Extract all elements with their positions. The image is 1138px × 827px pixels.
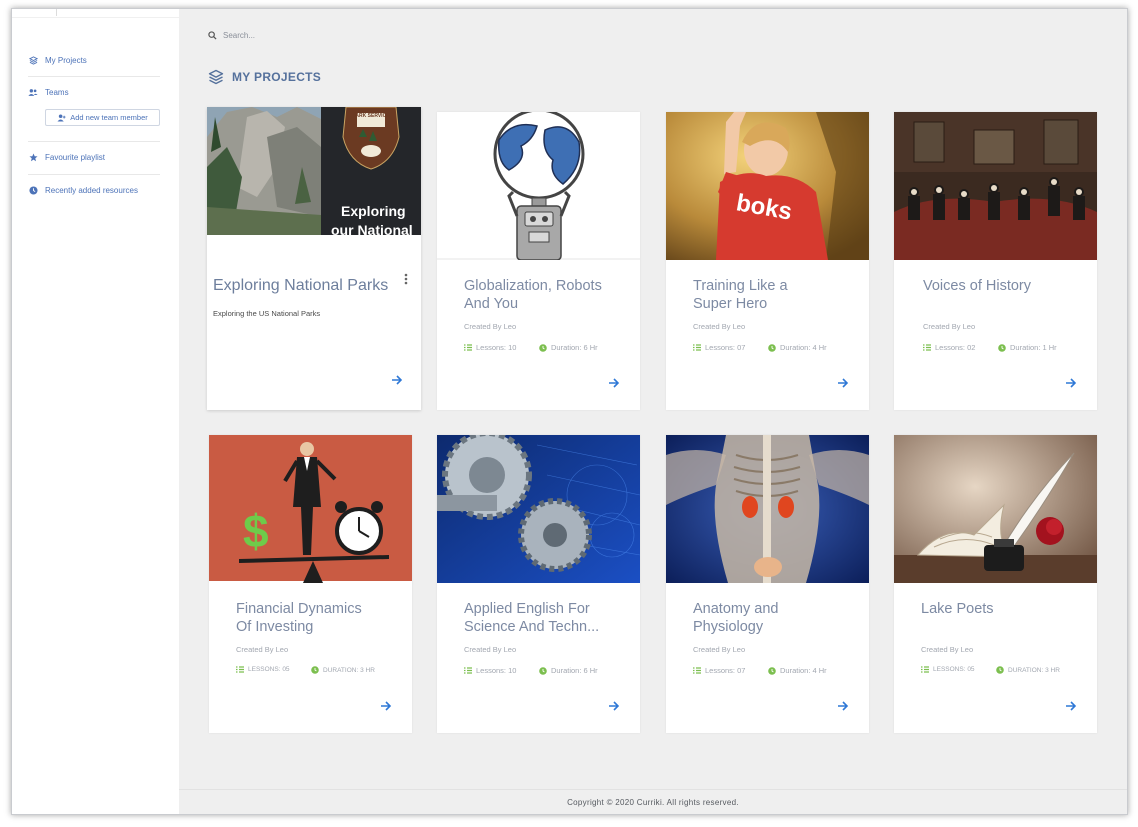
- project-card[interactable]: Globalization, Robots And You Created By …: [437, 112, 640, 410]
- sidebar-item-label: Favourite playlist: [45, 152, 106, 162]
- sidebar-item-label: Recently added resources: [45, 185, 138, 195]
- open-project-arrow-icon[interactable]: [608, 699, 620, 711]
- clock-icon: [539, 343, 547, 352]
- project-description: Exploring the US National Parks: [213, 309, 321, 318]
- duration: Duration: 4 Hr: [768, 343, 827, 352]
- project-card[interactable]: Applied English For Science And Techn... …: [437, 435, 640, 733]
- add-team-member-label: Add new team member: [70, 113, 148, 122]
- list-icon: [923, 344, 931, 351]
- duration: Duration: 1 Hr: [998, 343, 1057, 352]
- add-user-icon: [57, 113, 66, 122]
- more-options-icon[interactable]: [404, 272, 408, 286]
- layers-icon: [208, 69, 224, 85]
- project-cover-image: [207, 107, 321, 235]
- sidebar-item-my-projects[interactable]: My Projects: [28, 55, 87, 65]
- project-card[interactable]: Lake Poets Created By Leo LESSONS: 05 DU…: [894, 435, 1097, 733]
- project-creator: Created By Leo: [236, 645, 289, 654]
- project-creator: Created By Leo: [923, 322, 976, 331]
- search-input[interactable]: Search...: [223, 31, 255, 40]
- project-creator: Created By Leo: [464, 645, 517, 654]
- clock-icon: [998, 343, 1006, 352]
- list-icon: [464, 344, 472, 351]
- project-cover-image: [894, 112, 1097, 260]
- list-icon: [236, 666, 244, 673]
- project-title[interactable]: Training Like a Super Hero: [693, 278, 853, 313]
- duration: Duration: 6 Hr: [539, 666, 598, 675]
- project-title[interactable]: Voices of History: [923, 278, 1083, 296]
- lessons-count: Lessons: 10: [464, 343, 516, 352]
- open-project-arrow-icon[interactable]: [1065, 699, 1077, 711]
- open-project-arrow-icon[interactable]: [1065, 376, 1077, 388]
- project-title[interactable]: Applied English For Science And Techn...: [464, 601, 624, 636]
- list-icon: [693, 667, 701, 674]
- project-card-featured[interactable]: PARK SERVICE Exploring our National Expl…: [207, 107, 421, 410]
- app-window: My Projects Teams Add new team member Fa…: [11, 8, 1128, 815]
- project-cover-image: $: [209, 435, 412, 583]
- clock-icon: [996, 666, 1004, 674]
- list-icon: [921, 666, 929, 673]
- search-bar[interactable]: Search...: [208, 31, 255, 40]
- open-project-arrow-icon[interactable]: [837, 699, 849, 711]
- lessons-count: LESSONS: 05: [236, 666, 290, 673]
- copyright-text: Copyright © 2020 Curriki. All rights res…: [567, 798, 739, 807]
- duration: DURATION: 3 HR: [996, 666, 1060, 674]
- project-card[interactable]: $ Financial Dynamics Of Investing Created…: [209, 435, 412, 733]
- lessons-count: Lessons: 07: [693, 343, 745, 352]
- open-project-arrow-icon[interactable]: [391, 373, 403, 385]
- footer: Copyright © 2020 Curriki. All rights res…: [179, 789, 1127, 814]
- search-icon: [208, 31, 217, 40]
- park-service-cover: PARK SERVICE Exploring our National: [321, 107, 421, 235]
- lessons-count: LESSONS: 05: [921, 666, 975, 673]
- project-title[interactable]: Exploring National Parks: [213, 277, 388, 295]
- project-title[interactable]: Globalization, Robots And You: [464, 278, 624, 313]
- project-creator: Created By Leo: [464, 322, 517, 331]
- add-team-member-button[interactable]: Add new team member: [45, 109, 160, 126]
- cover-text-line-2: our National: [331, 222, 413, 235]
- clock-icon: [768, 666, 776, 675]
- project-cover-image: [437, 435, 640, 583]
- list-icon: [693, 344, 701, 351]
- clock-icon: [768, 343, 776, 352]
- project-title[interactable]: Financial Dynamics Of Investing: [236, 601, 396, 636]
- project-card[interactable]: Anatomy and Physiology Created By Leo Les…: [666, 435, 869, 733]
- project-cover-image: boks: [666, 112, 869, 260]
- sidebar-item-favourite-playlist[interactable]: Favourite playlist: [28, 152, 105, 162]
- sidebar-item-label: Teams: [45, 87, 69, 97]
- duration: Duration: 6 Hr: [539, 343, 598, 352]
- lessons-count: Lessons: 02: [923, 343, 975, 352]
- page-title-text: MY PROJECTS: [232, 70, 322, 84]
- lessons-count: Lessons: 07: [693, 666, 745, 675]
- open-project-arrow-icon[interactable]: [380, 699, 392, 711]
- sidebar-item-teams[interactable]: Teams: [28, 87, 69, 97]
- project-cover-image: [894, 435, 1097, 583]
- open-project-arrow-icon[interactable]: [608, 376, 620, 388]
- project-title[interactable]: Lake Poets: [921, 601, 1081, 619]
- project-creator: Created By Leo: [921, 645, 974, 654]
- project-creator: Created By Leo: [693, 322, 746, 331]
- svg-text:$: $: [243, 505, 269, 557]
- clock-icon: [539, 666, 547, 675]
- project-title[interactable]: Anatomy and Physiology: [693, 601, 853, 636]
- project-cover-image: [437, 112, 640, 260]
- layers-icon: [28, 55, 38, 65]
- clock-icon: [311, 666, 319, 674]
- page-title: MY PROJECTS: [208, 69, 321, 85]
- park-service-badge-text: PARK SERVICE: [352, 113, 390, 119]
- clock-icon: [28, 185, 38, 195]
- open-project-arrow-icon[interactable]: [837, 376, 849, 388]
- project-cover-image: [666, 435, 869, 583]
- cover-text-line-1: Exploring: [341, 203, 406, 219]
- star-icon: [28, 152, 38, 162]
- sidebar-item-recently-added[interactable]: Recently added resources: [28, 185, 138, 195]
- sidebar-item-label: My Projects: [45, 55, 87, 65]
- users-icon: [28, 87, 38, 97]
- duration: DURATION: 3 HR: [311, 666, 375, 674]
- sidebar: My Projects Teams Add new team member Fa…: [12, 9, 179, 814]
- lessons-count: Lessons: 10: [464, 666, 516, 675]
- list-icon: [464, 667, 472, 674]
- duration: Duration: 4 Hr: [768, 666, 827, 675]
- project-creator: Created By Leo: [693, 645, 746, 654]
- project-card[interactable]: boks Training Like a Super Hero Created B…: [666, 112, 869, 410]
- project-card[interactable]: Voices of History Created By Leo Lessons…: [894, 112, 1097, 410]
